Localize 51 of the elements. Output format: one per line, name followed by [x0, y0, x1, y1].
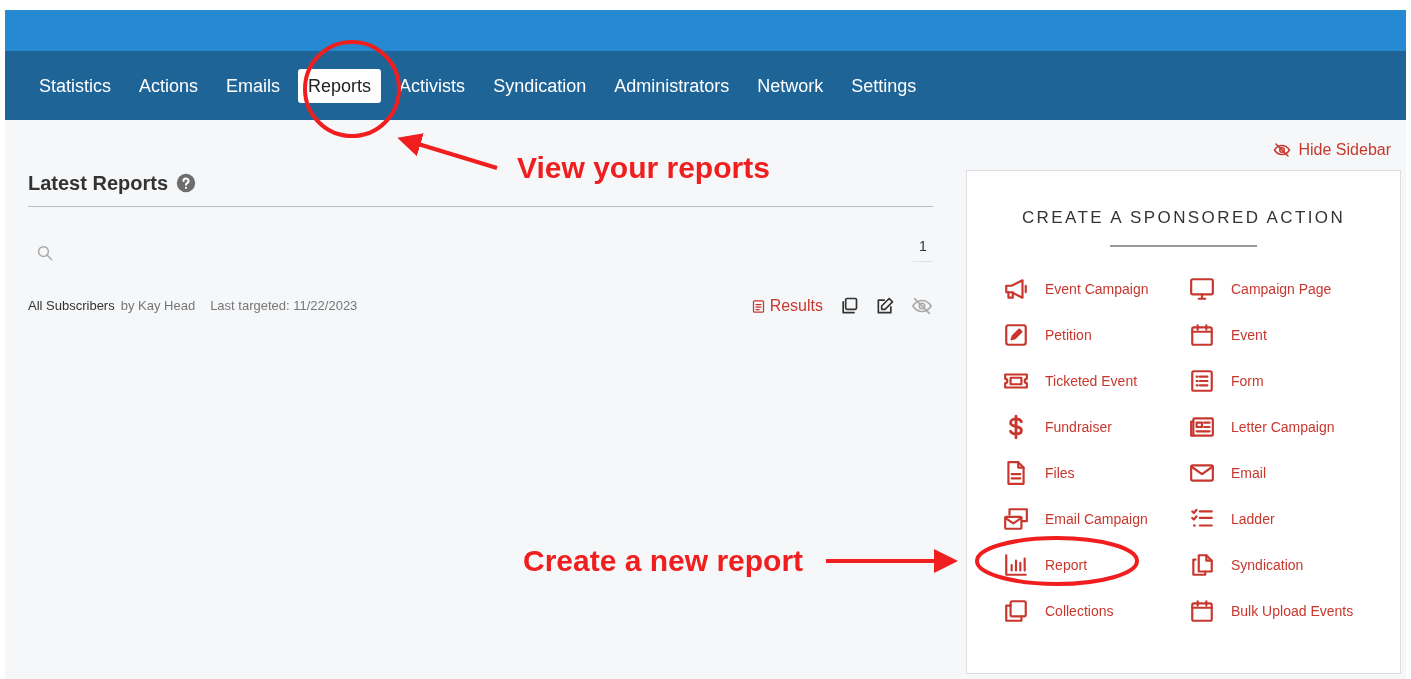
- section-title: Latest Reports: [28, 171, 169, 196]
- action-link[interactable]: Email: [1189, 460, 1389, 486]
- document-icon: [750, 298, 766, 314]
- bar-chart-icon: [1003, 552, 1029, 578]
- megaphone-icon: [1003, 276, 1029, 302]
- pencil-square-icon: [1003, 322, 1029, 348]
- nav-tab[interactable]: Network: [747, 68, 834, 103]
- newspaper-icon: [1189, 414, 1215, 440]
- nav-tab[interactable]: Emails: [216, 68, 291, 103]
- action-link[interactable]: Letter Campaign: [1189, 414, 1389, 440]
- last-targeted: Last targeted: 11/22/2023: [210, 297, 358, 316]
- sidebar-title: CREATE A SPONSORED ACTION: [1021, 207, 1346, 229]
- copy-icon: [1189, 552, 1215, 578]
- action-link[interactable]: Fundraiser: [1003, 414, 1189, 440]
- action-link[interactable]: Event: [1189, 322, 1389, 348]
- action-link[interactable]: Form: [1189, 368, 1389, 394]
- hidden-icon: [1272, 141, 1291, 159]
- calendar-icon: [1189, 322, 1215, 348]
- annotation-text: View your reports: [517, 153, 770, 183]
- nav-tab[interactable]: Administrators: [604, 68, 740, 103]
- hide-sidebar-link[interactable]: Hide Sidebar: [1272, 138, 1391, 162]
- edit-icon[interactable]: [875, 296, 895, 316]
- action-link[interactable]: Collections: [1003, 598, 1189, 624]
- monitor-icon: [1189, 276, 1215, 302]
- copy-icon: [1003, 598, 1029, 624]
- copy-icon[interactable]: [839, 296, 859, 316]
- action-link[interactable]: Syndication: [1189, 552, 1389, 578]
- nav-tab[interactable]: Actions: [129, 68, 209, 103]
- report-author: by Kay Head: [120, 297, 196, 316]
- nav-tab[interactable]: Statistics: [29, 68, 122, 103]
- action-link[interactable]: Petition: [1003, 322, 1189, 348]
- action-link[interactable]: Bulk Upload Events: [1189, 598, 1389, 624]
- action-link[interactable]: Files: [1003, 460, 1189, 486]
- action-link[interactable]: Event Campaign: [1003, 276, 1189, 302]
- action-link[interactable]: Campaign Page: [1189, 276, 1389, 302]
- nav-tab[interactable]: Activists: [389, 68, 476, 103]
- report-name[interactable]: All Subscribers: [28, 296, 115, 316]
- annotation-text: Create a new report: [523, 546, 804, 576]
- envelope-stack-icon: [1003, 506, 1029, 532]
- calendar-icon: [1189, 598, 1215, 624]
- results-link[interactable]: Results: [750, 294, 823, 318]
- action-link[interactable]: Ticketed Event: [1003, 368, 1189, 394]
- nav-tab[interactable]: Syndication: [483, 68, 597, 103]
- help-icon[interactable]: [176, 173, 197, 193]
- list-icon: [1189, 368, 1215, 394]
- nav-tab[interactable]: Settings: [841, 68, 927, 103]
- action-link[interactable]: Report: [1003, 552, 1189, 578]
- action-link[interactable]: Email Campaign: [1003, 506, 1189, 532]
- nav-tab[interactable]: Reports: [298, 68, 382, 103]
- page-number[interactable]: 1: [913, 235, 933, 262]
- action-link[interactable]: Ladder: [1189, 506, 1389, 532]
